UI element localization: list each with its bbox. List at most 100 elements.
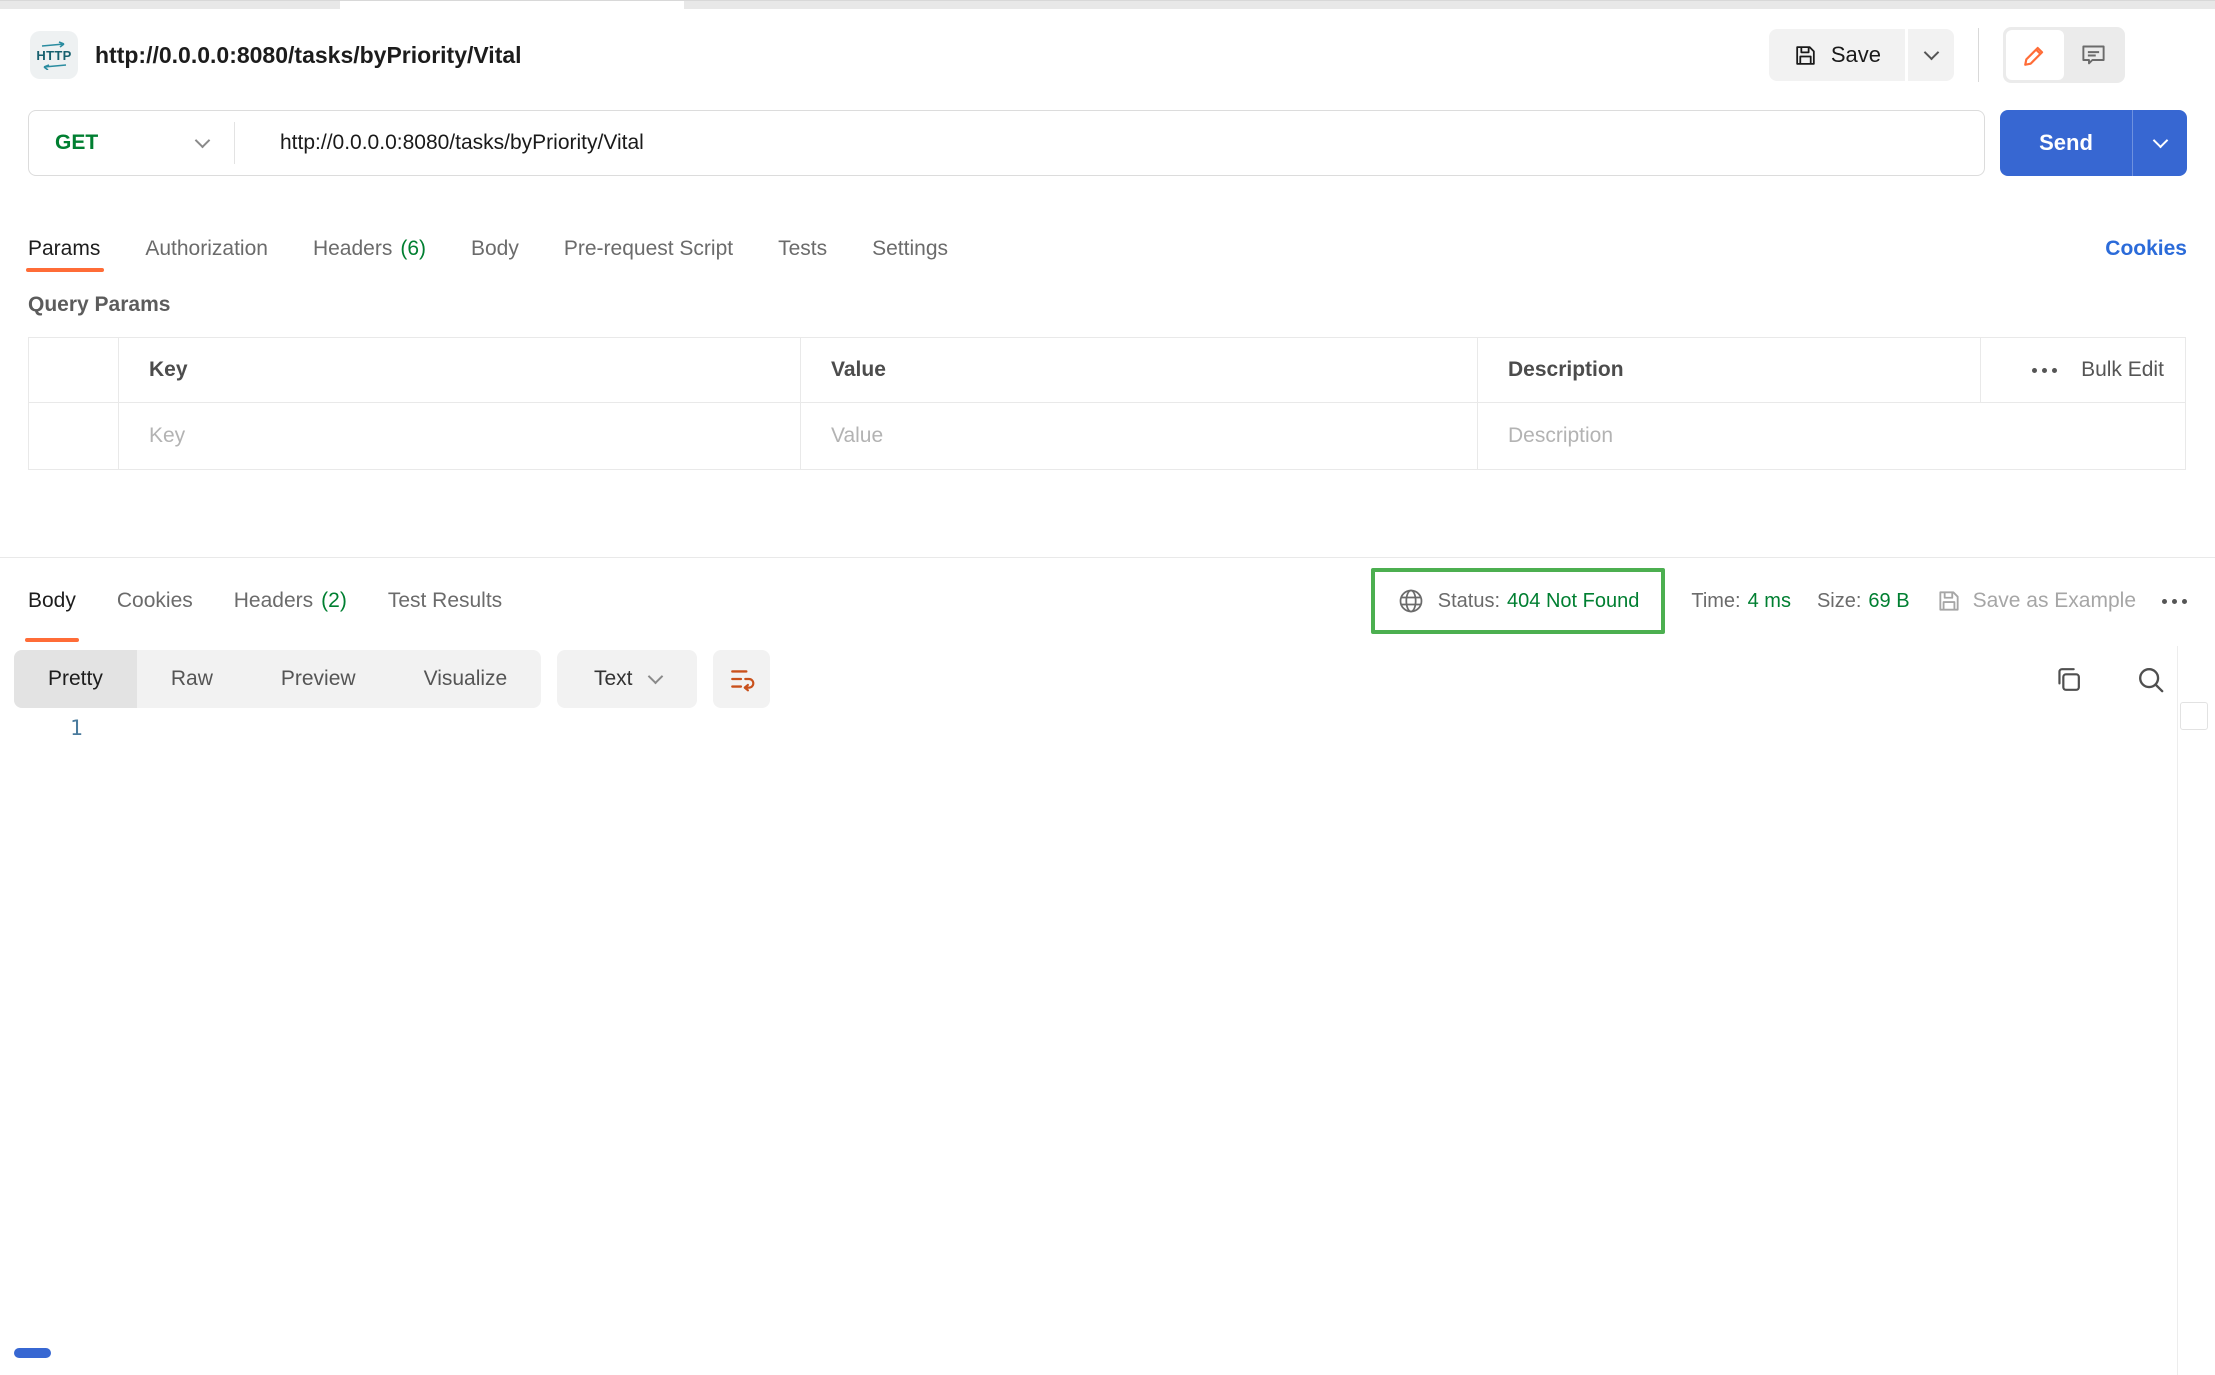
tab-pre-request-script[interactable]: Pre-request Script [564,225,733,273]
request-tabs: Params Authorization Headers (6) Body Pre… [25,225,2187,273]
save-as-example-button[interactable]: Save as Example [1936,588,2136,614]
url-field: GET [28,110,1985,176]
response-body-actions [2053,663,2167,696]
view-tab-pretty[interactable]: Pretty [14,650,137,708]
key-column-header: Key [119,338,801,402]
vertical-scrollbar-track [2177,646,2178,1375]
format-selector-label: Text [593,667,633,690]
cookies-link[interactable]: Cookies [2105,225,2187,273]
save-as-example-label: Save as Example [1972,589,2136,612]
response-tab-cookies[interactable]: Cookies [117,558,193,644]
response-tab-body[interactable]: Body [25,558,79,644]
table-row: Key Value Description [29,403,2185,469]
chevron-down-icon [1923,44,1939,60]
copy-icon [2058,667,2080,691]
time-value: 4 ms [1747,589,1791,612]
query-params-table: Key Value Description Bulk Edit Key Valu… [28,337,2186,470]
copy-button[interactable] [2053,664,2084,695]
workspace-tab-strip [0,0,2215,10]
wrap-lines-button[interactable] [713,650,771,708]
chevron-down-icon [647,668,663,684]
headers-count-badge: (6) [400,237,426,260]
response-body-editor[interactable]: 1 [0,712,2215,1375]
query-params-heading: Query Params [28,293,171,316]
globe-icon [1399,589,1423,613]
value-column-header: Value [801,338,1478,402]
method-selector[interactable]: GET [29,131,234,155]
http-request-icon: HTTP [30,31,78,79]
view-mode-group: Pretty Raw Preview Visualize [14,650,542,708]
response-tab-test-results[interactable]: Test Results [388,558,502,644]
size-value: 69 B [1868,589,1910,612]
tab-settings[interactable]: Settings [872,225,948,273]
response-view-bar: Pretty Raw Preview Visualize Text [14,650,2167,708]
chevron-down-icon [194,132,211,148]
tab-tests[interactable]: Tests [778,225,827,273]
status-value: 404 Not Found [1507,589,1640,612]
tab-label: Body [471,237,519,260]
save-options-button[interactable] [1908,29,1954,81]
response-meta: Status: 404 Not Found Time: 4 ms Size: 69 B… [1370,568,2187,634]
view-tab-preview[interactable]: Preview [247,650,390,708]
status-highlight-box: Status: 404 Not Found [1370,568,1666,634]
floppy-disk-icon [1938,591,1959,611]
row-select-cell[interactable] [29,403,119,469]
send-button-label: Send [2039,130,2093,155]
response-tabs: Body Cookies Headers (2) Test Results Sta… [25,558,2187,644]
comments-button[interactable] [2064,30,2122,80]
status-label: Status: 404 Not Found [1437,589,1640,612]
response-more-options-icon[interactable] [2162,598,2187,604]
tab-label: Test Results [387,589,503,612]
key-input[interactable]: Key [119,403,801,469]
edit-mode-button[interactable] [2006,30,2064,80]
postman-app: HTTP http://0.0.0.0:8080/tasks/byPriorit… [0,0,2215,1375]
table-header-row: Key Value Description Bulk Edit [29,338,2185,403]
arrow-right-icon [41,40,65,48]
line-number: 1 [70,716,83,740]
bulk-edit-button[interactable]: Bulk Edit [2081,358,2164,382]
tab-body[interactable]: Body [471,225,519,273]
http-badge-label: HTTP [36,47,72,63]
wrap-text-icon [730,670,755,692]
save-button-label: Save [1830,42,1881,67]
more-options-icon[interactable] [2032,367,2058,373]
time-label: Time: 4 ms [1691,589,1791,612]
page-title: http://0.0.0.0:8080/tasks/byPriority/Vit… [95,41,522,68]
response-tab-headers[interactable]: Headers (2) [234,558,347,644]
tab-label: Body [28,589,76,612]
chevron-down-icon [2152,132,2168,148]
request-url-row: GET Send [28,110,2187,176]
save-button[interactable]: Save [1768,29,1905,81]
tab-label: Settings [872,237,949,260]
tab-label: Cookies [116,589,193,612]
pencil-icon [2024,46,2044,66]
url-input[interactable] [235,130,1984,156]
send-options-button[interactable] [2133,132,2187,148]
arrow-left-icon [43,63,67,70]
tab-authorization[interactable]: Authorization [145,225,268,273]
tab-label: Tests [778,237,828,260]
tab-label: Params [28,237,101,260]
view-tab-raw[interactable]: Raw [137,650,247,708]
view-tab-visualize[interactable]: Visualize [390,650,542,708]
table-actions: Bulk Edit [1981,338,2185,402]
horizontal-scrollbar-thumb[interactable] [14,1348,51,1358]
method-label: GET [55,131,99,154]
send-button[interactable]: Send [2000,110,2187,176]
tab-label: Pre-request Script [563,237,734,260]
size-label: Size: 69 B [1816,589,1910,612]
search-icon [2139,667,2164,692]
tab-headers[interactable]: Headers (6) [313,225,426,273]
vertical-scrollbar-thumb[interactable] [2180,702,2208,730]
response-headers-count-badge: (2) [321,589,347,612]
search-button[interactable] [2134,663,2167,696]
floppy-disk-icon [1796,45,1815,65]
request-title-bar: HTTP http://0.0.0.0:8080/tasks/byPriorit… [0,9,2215,101]
edit-comment-toggle [2003,27,2125,83]
description-input[interactable]: Description [1478,403,2185,469]
value-input[interactable]: Value [801,403,1478,469]
tab-label: Authorization [145,237,268,260]
select-column-header [29,338,119,402]
tab-params[interactable]: Params [25,225,105,273]
format-selector[interactable]: Text [557,650,698,708]
